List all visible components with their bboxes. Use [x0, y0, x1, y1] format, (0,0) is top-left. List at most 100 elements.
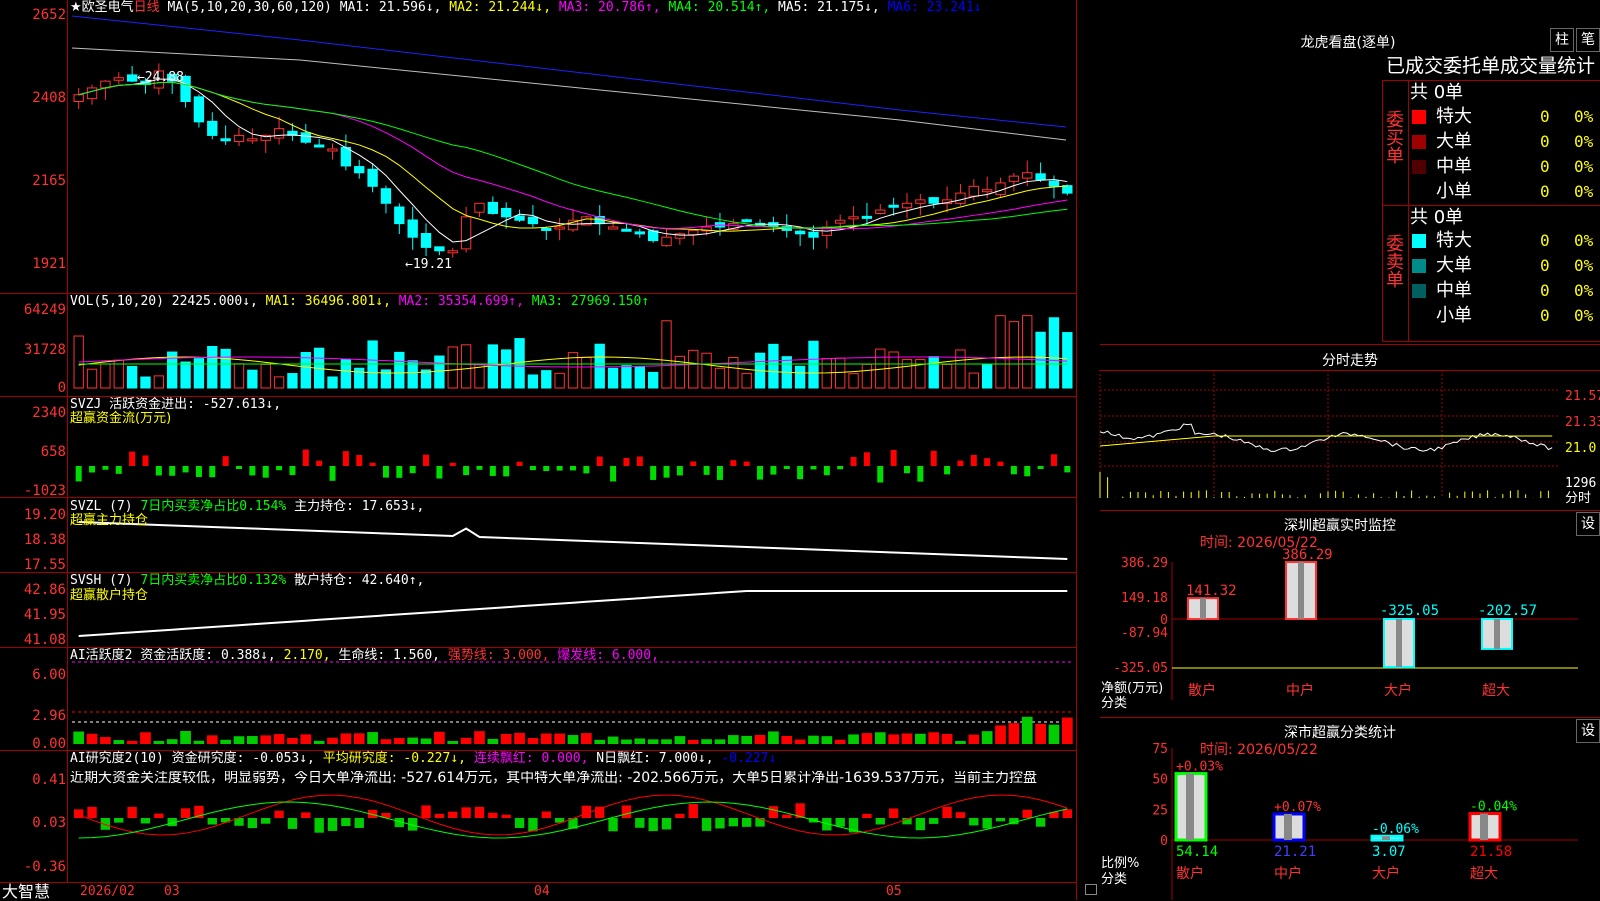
activity-bar [901, 733, 913, 744]
ai1-strong-line: 强势线: 3.000, [447, 648, 550, 663]
candle-body [794, 230, 806, 235]
activity-bar [928, 732, 940, 744]
order-volume: 0 [1540, 107, 1550, 126]
volume-bar [260, 363, 271, 389]
ai1-lifeline: 生命线: 1.560, [338, 648, 440, 663]
fund-flow-bar [369, 462, 376, 466]
activity-bar [340, 733, 352, 744]
order-percent: 0% [1574, 157, 1594, 176]
volume-bar [981, 364, 993, 389]
order-percent: 0% [1574, 132, 1594, 151]
activity-bar [808, 735, 819, 744]
fund-flow-bar [316, 460, 323, 466]
activity-bar [1021, 716, 1033, 744]
period-label[interactable]: 日线 [134, 0, 160, 15]
activity-bar [794, 739, 806, 744]
research-bar [969, 818, 979, 826]
class-ratio-label: 21.58 [1470, 844, 1512, 860]
order-percent: 0% [1574, 231, 1594, 250]
ma-params: MA(5,10,20,30,60,120) [167, 0, 332, 15]
activity-bar [140, 732, 151, 744]
monitor-bar-label: -325.05 [1380, 603, 1439, 619]
activity-bar [607, 736, 619, 744]
activity-bar [981, 731, 993, 744]
volume-bar [354, 367, 365, 389]
candle-body [447, 250, 458, 254]
fund-flow-bar [342, 451, 349, 466]
sell-total: 共 0单 [1410, 207, 1464, 228]
activity-bar [233, 736, 245, 744]
research-bar [768, 806, 779, 818]
candle-body [327, 148, 338, 152]
candle-body [995, 182, 1006, 195]
activity-bar [834, 739, 846, 744]
order-stats-title: 已成交委托单成交量统计 [1386, 55, 1596, 77]
volume-bar [126, 365, 138, 389]
research-bar [728, 818, 738, 827]
ai2-axis-label: -0.36 [23, 859, 66, 875]
candle-body [1022, 172, 1033, 179]
activity-bar [73, 731, 85, 744]
volume-bar [527, 374, 539, 389]
order-size-label: 大单 [1436, 255, 1472, 276]
fund-flow-bar [997, 461, 1004, 466]
ma3-value: MA3: 20.786↑, [558, 0, 661, 15]
volume-bar [394, 351, 405, 389]
color-swatch [1412, 185, 1426, 199]
tick-mode-button[interactable]: 笔 [1576, 28, 1600, 52]
activity-bar [968, 734, 980, 744]
svzl-legend: SVZL (7) 7日内买卖净占比0.154% 主力持仓: 17.653↓, [70, 500, 424, 514]
activity-bar [874, 732, 886, 744]
intraday-title: 分时走势 [1322, 353, 1378, 369]
volume-bar [955, 349, 966, 389]
research-bar [782, 814, 792, 818]
monitor-category-label: 大户 [1384, 682, 1412, 699]
activity-bar [701, 739, 712, 744]
lock-icon[interactable] [1085, 884, 1097, 895]
research-bar [648, 818, 658, 832]
class-change-label: +0.07% [1274, 800, 1321, 815]
fund-flow-bar [743, 461, 750, 466]
volume-bar [86, 368, 98, 389]
ai1-axis-label: 2.96 [32, 708, 66, 724]
fund-flow-bar [690, 461, 697, 466]
order-volume: 0 [1540, 231, 1550, 250]
svsh-axis-label: 41.95 [23, 607, 66, 623]
vol-axis-label: 0 [57, 380, 66, 396]
color-swatch [1412, 234, 1426, 248]
order-volume: 0 [1540, 306, 1550, 325]
fund-flow-bar [930, 450, 937, 466]
order-size-label: 大单 [1436, 131, 1472, 152]
price-axis-label: 2652 [32, 7, 66, 23]
fund-flow-bar [436, 466, 443, 479]
candle-body [73, 94, 84, 102]
volume-bar [273, 376, 285, 389]
activity-bar [86, 733, 98, 744]
svsh-holding: 散户持仓: 42.640↑, [294, 573, 425, 588]
activity-bar [1008, 723, 1020, 744]
fund-flow-bar [423, 454, 430, 466]
research-bar [154, 813, 164, 818]
ma5-value: MA5: 21.175↓, [778, 0, 880, 15]
fund-flow-bar [984, 458, 991, 466]
svzl-axis-label: 19.20 [23, 507, 66, 523]
research-bar [661, 818, 672, 830]
svzl-axis-label: 17.55 [23, 557, 66, 573]
fund-flow-bar [409, 466, 416, 474]
activity-bar [206, 735, 218, 744]
svzj-axis-label: 2340 [32, 405, 66, 421]
fund-flow-bar [529, 466, 536, 471]
brand-logo: 大智慧 [2, 882, 51, 901]
bar-mode-button[interactable]: 柱 [1550, 28, 1574, 52]
candle-body [928, 197, 939, 204]
volume-bar [701, 352, 712, 389]
fund-flow-bar [716, 466, 723, 480]
svsh-params: SVSH (7) [70, 573, 133, 588]
fund-flow-bar [543, 466, 550, 472]
volume-bar [688, 349, 699, 389]
stock-name[interactable]: ★欧圣电气 [70, 0, 134, 15]
svsh-legend: SVSH (7) 7日内买卖净占比0.132% 散户持仓: 42.640↑, [70, 574, 424, 588]
research-bar [982, 818, 992, 829]
candle-body [1062, 185, 1073, 194]
candle-body [1008, 175, 1020, 182]
